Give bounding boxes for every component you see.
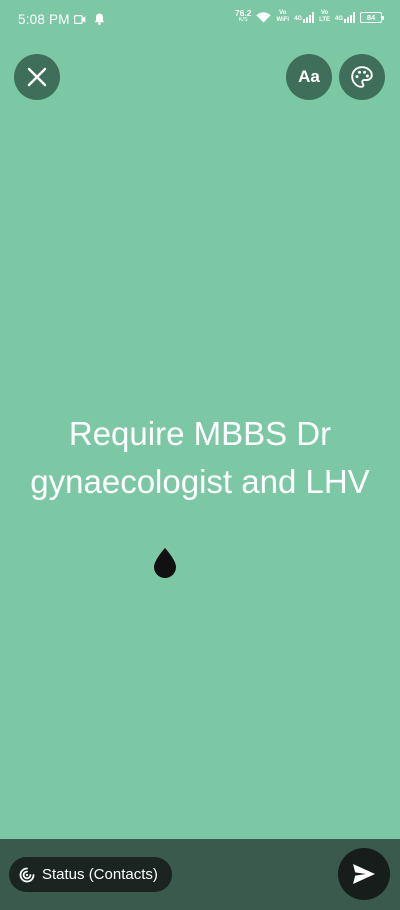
clock: 5:08 PM bbox=[18, 12, 70, 27]
system-status-bar: 5:08 PM 76.2 K/S Vo WiFi 4G Vo LTE 4G 84 bbox=[0, 0, 400, 38]
send-button[interactable] bbox=[338, 848, 390, 900]
palette-icon bbox=[351, 66, 373, 88]
audience-label: Status (Contacts) bbox=[42, 866, 158, 883]
status-audience-button[interactable]: Status (Contacts) bbox=[9, 857, 172, 892]
network-speed: 76.2 K/S bbox=[234, 8, 252, 23]
close-icon bbox=[27, 67, 47, 87]
close-button[interactable] bbox=[14, 54, 60, 100]
signal-bars-icon bbox=[344, 11, 355, 23]
sim2-signal: 4G bbox=[335, 11, 355, 23]
status-composer-screen: 5:08 PM 76.2 K/S Vo WiFi 4G Vo LTE 4G 84… bbox=[0, 0, 400, 910]
background-color-button[interactable] bbox=[339, 54, 385, 100]
font-style-label: Aa bbox=[298, 67, 320, 86]
text-cursor-handle[interactable] bbox=[153, 548, 177, 583]
cursor-handle-icon bbox=[154, 548, 176, 578]
notification-icons bbox=[74, 13, 105, 25]
sim1-signal: 4G bbox=[294, 11, 315, 23]
system-indicators: 76.2 K/S Vo WiFi 4G Vo LTE 4G 84 bbox=[234, 8, 384, 24]
status-text-input[interactable]: Require MBBS Dr gynaecologist and LHV bbox=[30, 410, 370, 506]
bell-icon bbox=[94, 13, 105, 25]
volte-label: Vo LTE bbox=[319, 10, 330, 23]
wifi-icon bbox=[256, 11, 272, 22]
signal-bars-icon bbox=[303, 11, 315, 23]
font-style-button[interactable]: Aa bbox=[286, 54, 332, 100]
battery-icon: 84 bbox=[360, 11, 384, 23]
video-call-icon bbox=[74, 14, 86, 24]
vowifi-label: Vo WiFi bbox=[276, 10, 290, 23]
composer-footer: Status (Contacts) bbox=[0, 839, 400, 910]
status-privacy-icon bbox=[19, 867, 35, 882]
send-icon bbox=[353, 864, 375, 884]
